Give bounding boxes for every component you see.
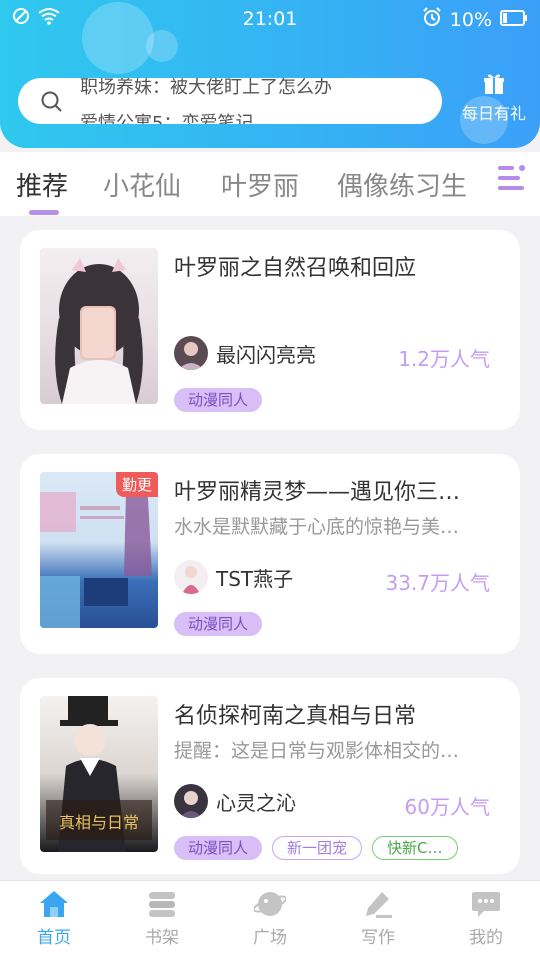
- story-card[interactable]: 勤更 叶罗丽精灵梦——遇见你三… 水水是默默藏于心底的惊艳与美… TST燕子 3…: [20, 454, 520, 654]
- bottom-navigation: 首页 书架 广场 写作 我的: [0, 880, 540, 961]
- tab-recommend[interactable]: 推荐: [16, 166, 68, 203]
- story-cover: [40, 248, 158, 404]
- author-avatar: [174, 560, 208, 594]
- story-title: 叶罗丽精灵梦——遇见你三…: [174, 480, 461, 505]
- nav-label: 首页: [37, 928, 71, 948]
- story-description: 水水是默默藏于心底的惊艳与美…: [174, 516, 460, 538]
- tag-chip[interactable]: 动漫同人: [174, 388, 263, 412]
- tag-chip[interactable]: 动漫同人: [174, 612, 263, 636]
- story-card[interactable]: 叶罗丽之自然召唤和回应 最闪闪亮亮 1.2万人气 动漫同人: [20, 230, 520, 430]
- story-description: 提醒：这是日常与观影体相交的…: [174, 740, 460, 762]
- nav-home[interactable]: 首页: [0, 889, 108, 948]
- search-bar[interactable]: 职场养妹：被大佬盯上了怎么办 爱情公寓5：恋爱笔记: [18, 78, 442, 124]
- author-avatar: [174, 336, 208, 370]
- category-tabs: 推荐 小花仙 叶罗丽 偶像练习生: [0, 152, 540, 216]
- nav-write[interactable]: 写作: [324, 889, 432, 948]
- search-icon: [40, 90, 64, 118]
- nav-label: 广场: [253, 928, 287, 948]
- tab-yeluoli[interactable]: 叶罗丽: [221, 166, 299, 203]
- story-author[interactable]: 最闪闪亮亮: [174, 336, 316, 370]
- author-name: 最闪闪亮亮: [216, 342, 316, 367]
- popularity-count: 60万人气: [404, 795, 490, 819]
- battery-icon: [500, 9, 528, 31]
- active-tab-indicator: [29, 210, 59, 215]
- status-bar: 21:01 10%: [0, 0, 540, 38]
- category-menu-icon: [498, 164, 528, 196]
- nav-bookshelf[interactable]: 书架: [108, 889, 216, 948]
- more-tabs-button[interactable]: [498, 152, 540, 216]
- author-name: TST燕子: [216, 566, 294, 591]
- daily-gift-button[interactable]: 每日有礼: [452, 72, 536, 124]
- gift-icon: [482, 74, 506, 100]
- story-title: 叶罗丽之自然召唤和回应: [174, 256, 417, 281]
- story-author[interactable]: TST燕子: [174, 560, 293, 594]
- author-avatar: [174, 784, 208, 818]
- search-suggestion-ticker: 职场养妹：被大佬盯上了怎么办 爱情公寓5：恋爱笔记: [80, 78, 332, 124]
- nav-label: 写作: [361, 928, 395, 948]
- story-cover: 真相与日常: [40, 696, 158, 852]
- nav-plaza[interactable]: 广场: [216, 889, 324, 948]
- nav-label: 我的: [469, 928, 503, 948]
- header: 21:01 10% 职场养妹：被大佬盯上了怎么办 爱情公寓5：恋爱笔记 每日有礼: [0, 0, 540, 148]
- plaza-icon: [216, 889, 324, 919]
- author-name: 心灵之沁: [216, 790, 296, 815]
- story-cover: 勤更: [40, 472, 158, 628]
- nav-profile[interactable]: 我的: [432, 889, 540, 948]
- tag-chip[interactable]: 动漫同人: [174, 836, 263, 860]
- tag-chip[interactable]: 新一团宠: [272, 836, 363, 860]
- home-icon: [0, 889, 108, 919]
- search-suggestion: 职场养妹：被大佬盯上了怎么办: [80, 78, 332, 98]
- story-author[interactable]: 心灵之沁: [174, 784, 296, 818]
- story-tags: 动漫同人 新一团宠 快新C…: [174, 836, 458, 860]
- story-tags: 动漫同人: [174, 388, 263, 412]
- write-icon: [324, 889, 432, 919]
- bookshelf-icon: [108, 889, 216, 919]
- battery-text: 10%: [449, 8, 492, 31]
- nav-label: 书架: [145, 928, 179, 948]
- story-tags: 动漫同人: [174, 612, 263, 636]
- svg-text:真相与日常: 真相与日常: [59, 813, 139, 832]
- popularity-count: 33.7万人气: [385, 571, 490, 595]
- tag-chip[interactable]: 快新C…: [372, 836, 458, 860]
- daily-gift-label: 每日有礼: [461, 104, 526, 123]
- story-title: 名侦探柯南之真相与日常: [174, 704, 417, 729]
- popularity-count: 1.2万人气: [398, 347, 490, 371]
- profile-icon: [432, 889, 540, 919]
- search-suggestion: 爱情公寓5：恋爱笔记: [80, 113, 254, 124]
- tab-idol-trainee[interactable]: 偶像练习生: [337, 166, 467, 203]
- story-card[interactable]: 真相与日常 名侦探柯南之真相与日常 提醒：这是日常与观影体相交的… 心灵之沁 6…: [20, 678, 520, 874]
- alarm-icon: [422, 7, 442, 32]
- update-badge: 勤更: [115, 472, 158, 497]
- tab-xiaohuaxian[interactable]: 小花仙: [103, 166, 181, 203]
